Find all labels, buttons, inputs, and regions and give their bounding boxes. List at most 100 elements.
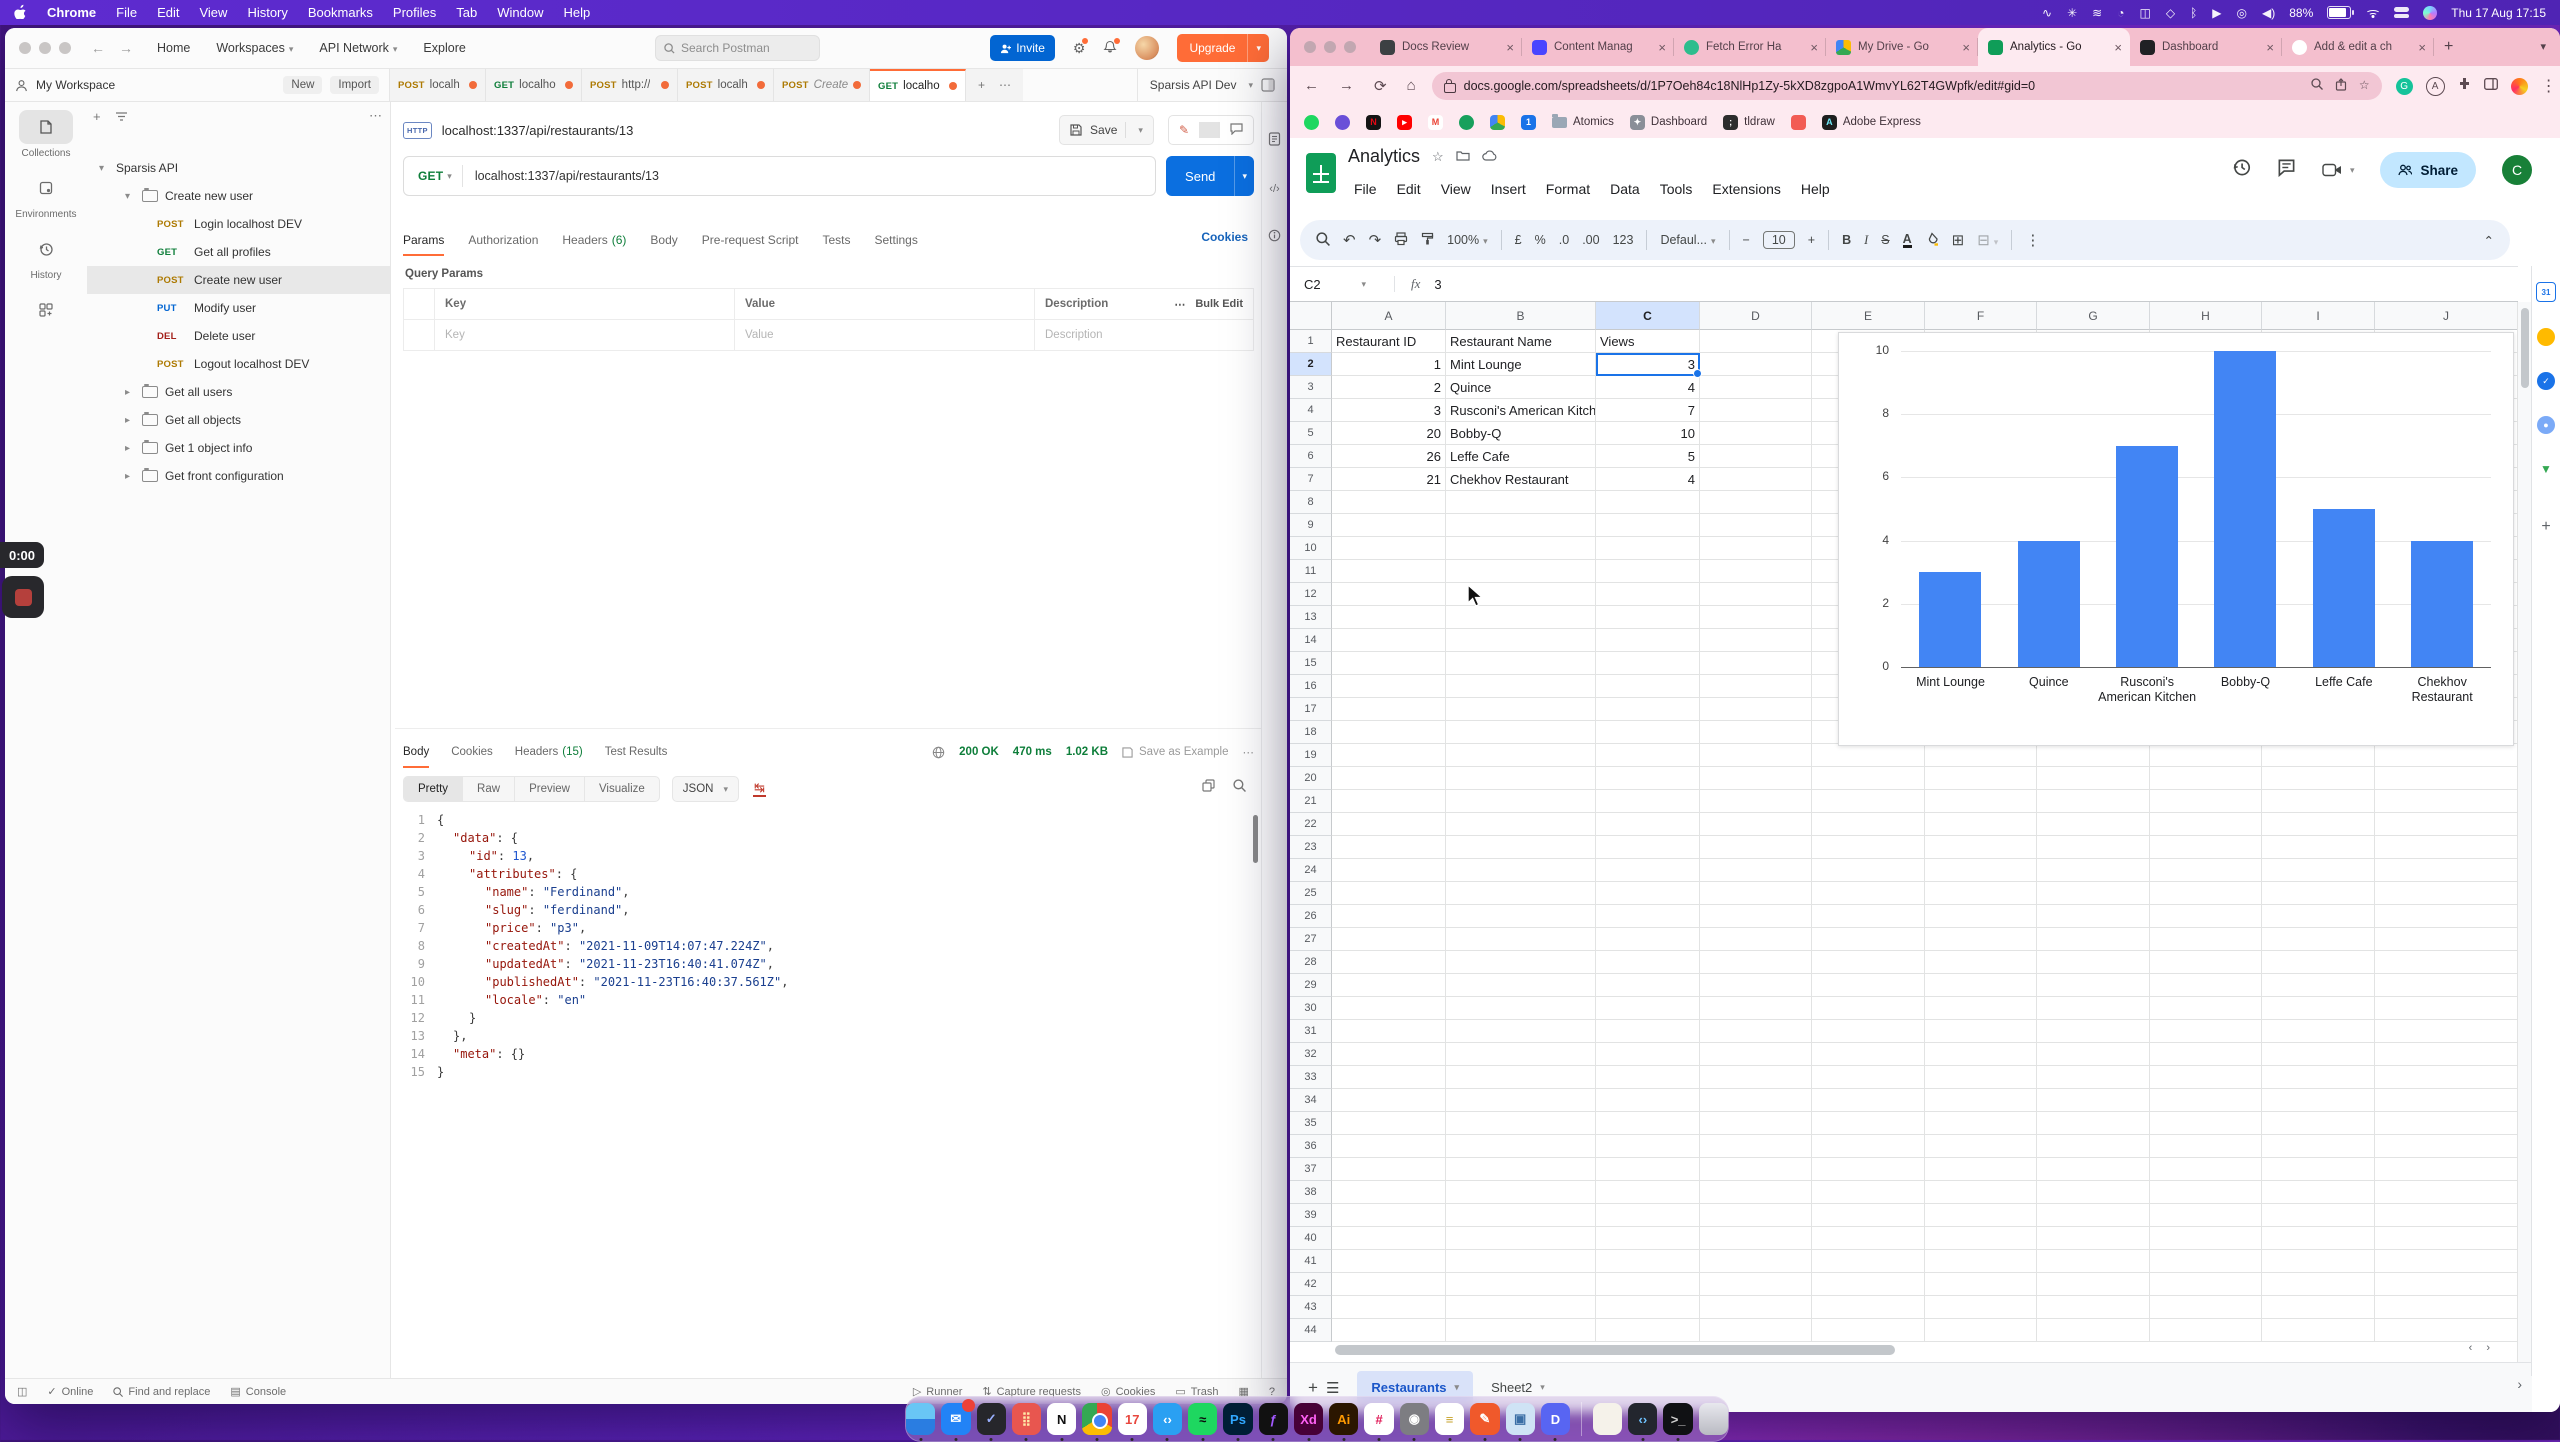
cell-C28[interactable] xyxy=(1596,951,1700,974)
cell-H22[interactable] xyxy=(2150,813,2262,836)
invite-button[interactable]: Invite xyxy=(990,35,1055,61)
share-icon[interactable] xyxy=(2335,78,2347,94)
menu-view[interactable]: View xyxy=(199,5,227,20)
dock-vscode[interactable]: ‹› xyxy=(1153,1403,1182,1435)
bookmark-star-icon[interactable]: ☆ xyxy=(2359,78,2370,94)
cell-A6[interactable]: 26 xyxy=(1332,445,1446,468)
column-header-A[interactable]: A xyxy=(1332,302,1446,330)
cell-C25[interactable] xyxy=(1596,882,1700,905)
cell-B27[interactable] xyxy=(1446,928,1596,951)
cell-F33[interactable] xyxy=(1925,1066,2037,1089)
cell-D44[interactable] xyxy=(1700,1319,1812,1342)
cell-G43[interactable] xyxy=(2037,1296,2150,1319)
cell-G40[interactable] xyxy=(2037,1227,2150,1250)
add-sheet-icon[interactable]: + xyxy=(1308,1378,1318,1398)
text-color-button[interactable]: A xyxy=(1903,233,1912,248)
row-header-40[interactable]: 40 xyxy=(1290,1227,1332,1250)
cell-H21[interactable] xyxy=(2150,790,2262,813)
dock-discord[interactable]: D xyxy=(1541,1403,1570,1435)
sidebar-item-mock-servers[interactable] xyxy=(19,293,73,327)
dock-notes[interactable]: ≡ xyxy=(1435,1403,1464,1435)
chrome-menu-icon[interactable]: ⋮ xyxy=(2541,76,2557,96)
dock-pencil-app[interactable]: ✎ xyxy=(1470,1403,1499,1435)
row-header-41[interactable]: 41 xyxy=(1290,1250,1332,1273)
import-button[interactable]: Import xyxy=(330,76,379,94)
cell-B20[interactable] xyxy=(1446,767,1596,790)
request-modify-user[interactable]: PUTModify user xyxy=(87,294,390,322)
cell-A32[interactable] xyxy=(1332,1043,1446,1066)
cell-A12[interactable] xyxy=(1332,583,1446,606)
cell-J32[interactable] xyxy=(2375,1043,2518,1066)
cell-B1[interactable]: Restaurant Name xyxy=(1446,330,1596,353)
workspace-name[interactable]: My Workspace xyxy=(36,78,115,92)
cell-D24[interactable] xyxy=(1700,859,1812,882)
browser-tab[interactable]: Fetch Error Ha× xyxy=(1674,28,1826,66)
get-add-ons-icon[interactable]: + xyxy=(2541,518,2550,536)
cell-C12[interactable] xyxy=(1596,583,1700,606)
cell-H19[interactable] xyxy=(2150,744,2262,767)
view-pretty[interactable]: Pretty xyxy=(404,777,463,801)
cell-E41[interactable] xyxy=(1812,1250,1925,1273)
menu-bookmarks[interactable]: Bookmarks xyxy=(308,5,373,20)
cell-F30[interactable] xyxy=(1925,997,2037,1020)
wrap-text-icon[interactable]: ↹ xyxy=(753,781,766,797)
row-header-22[interactable]: 22 xyxy=(1290,813,1332,836)
bookmark-drive[interactable] xyxy=(1490,115,1505,130)
cell-D33[interactable] xyxy=(1700,1066,1812,1089)
cell-A43[interactable] xyxy=(1332,1296,1446,1319)
cell-I25[interactable] xyxy=(2262,882,2375,905)
cell-H43[interactable] xyxy=(2150,1296,2262,1319)
response-time[interactable]: 470 ms xyxy=(1013,746,1052,758)
cell-H33[interactable] xyxy=(2150,1066,2262,1089)
docker-icon[interactable]: ≋ xyxy=(2092,6,2102,20)
row-header-9[interactable]: 9 xyxy=(1290,514,1332,537)
cell-C13[interactable] xyxy=(1596,606,1700,629)
column-header-H[interactable]: H xyxy=(2150,302,2262,330)
cell-G26[interactable] xyxy=(2037,905,2150,928)
cell-C40[interactable] xyxy=(1596,1227,1700,1250)
view-preview[interactable]: Preview xyxy=(515,777,585,801)
cell-I32[interactable] xyxy=(2262,1043,2375,1066)
cell-D19[interactable] xyxy=(1700,744,1812,767)
cell-C24[interactable] xyxy=(1596,859,1700,882)
menu-format[interactable]: Format xyxy=(1538,178,1598,200)
cell-A10[interactable] xyxy=(1332,537,1446,560)
cell-G34[interactable] xyxy=(2037,1089,2150,1112)
menu-insert[interactable]: Insert xyxy=(1483,178,1534,200)
folder-get-all-objects[interactable]: ▸Get all objects xyxy=(87,406,390,434)
cell-D7[interactable] xyxy=(1700,468,1812,491)
cell-F26[interactable] xyxy=(1925,905,2037,928)
cell-F21[interactable] xyxy=(1925,790,2037,813)
column-header-B[interactable]: B xyxy=(1446,302,1596,330)
cell-J30[interactable] xyxy=(2375,997,2518,1020)
cell-C17[interactable] xyxy=(1596,698,1700,721)
bookmark-atomics[interactable]: Atomics xyxy=(1552,116,1614,128)
cell-G19[interactable] xyxy=(2037,744,2150,767)
sidebar-item-history[interactable]: History xyxy=(19,232,73,281)
cell-D11[interactable] xyxy=(1700,560,1812,583)
cell-E42[interactable] xyxy=(1812,1273,1925,1296)
nav-home[interactable]: Home xyxy=(157,41,190,55)
menu-history[interactable]: History xyxy=(247,5,287,20)
cell-B9[interactable] xyxy=(1446,514,1596,537)
row-header-37[interactable]: 37 xyxy=(1290,1158,1332,1181)
cell-B2[interactable]: Mint Lounge xyxy=(1446,353,1596,376)
cell-C42[interactable] xyxy=(1596,1273,1700,1296)
cell-B21[interactable] xyxy=(1446,790,1596,813)
request-tab[interactable]: GETlocalho xyxy=(486,69,582,101)
close-icon[interactable]: × xyxy=(2418,40,2426,55)
method-select[interactable]: GET xyxy=(404,169,443,183)
sidebar-item-environments[interactable]: Environments xyxy=(15,171,76,220)
cell-F35[interactable] xyxy=(1925,1112,2037,1135)
cell-I44[interactable] xyxy=(2262,1319,2375,1342)
box-icon[interactable]: ◇ xyxy=(2166,6,2175,20)
cell-H34[interactable] xyxy=(2150,1089,2262,1112)
cell-G41[interactable] xyxy=(2037,1250,2150,1273)
cell-A39[interactable] xyxy=(1332,1204,1446,1227)
screen-recorder-stop-button[interactable] xyxy=(2,576,44,618)
cell-E24[interactable] xyxy=(1812,859,1925,882)
response-body[interactable]: 1{2"data": {3"id": 13,4"attributes": {5"… xyxy=(403,811,1248,1372)
menu-edit[interactable]: Edit xyxy=(157,5,179,20)
cell-I41[interactable] xyxy=(2262,1250,2375,1273)
cell-I34[interactable] xyxy=(2262,1089,2375,1112)
